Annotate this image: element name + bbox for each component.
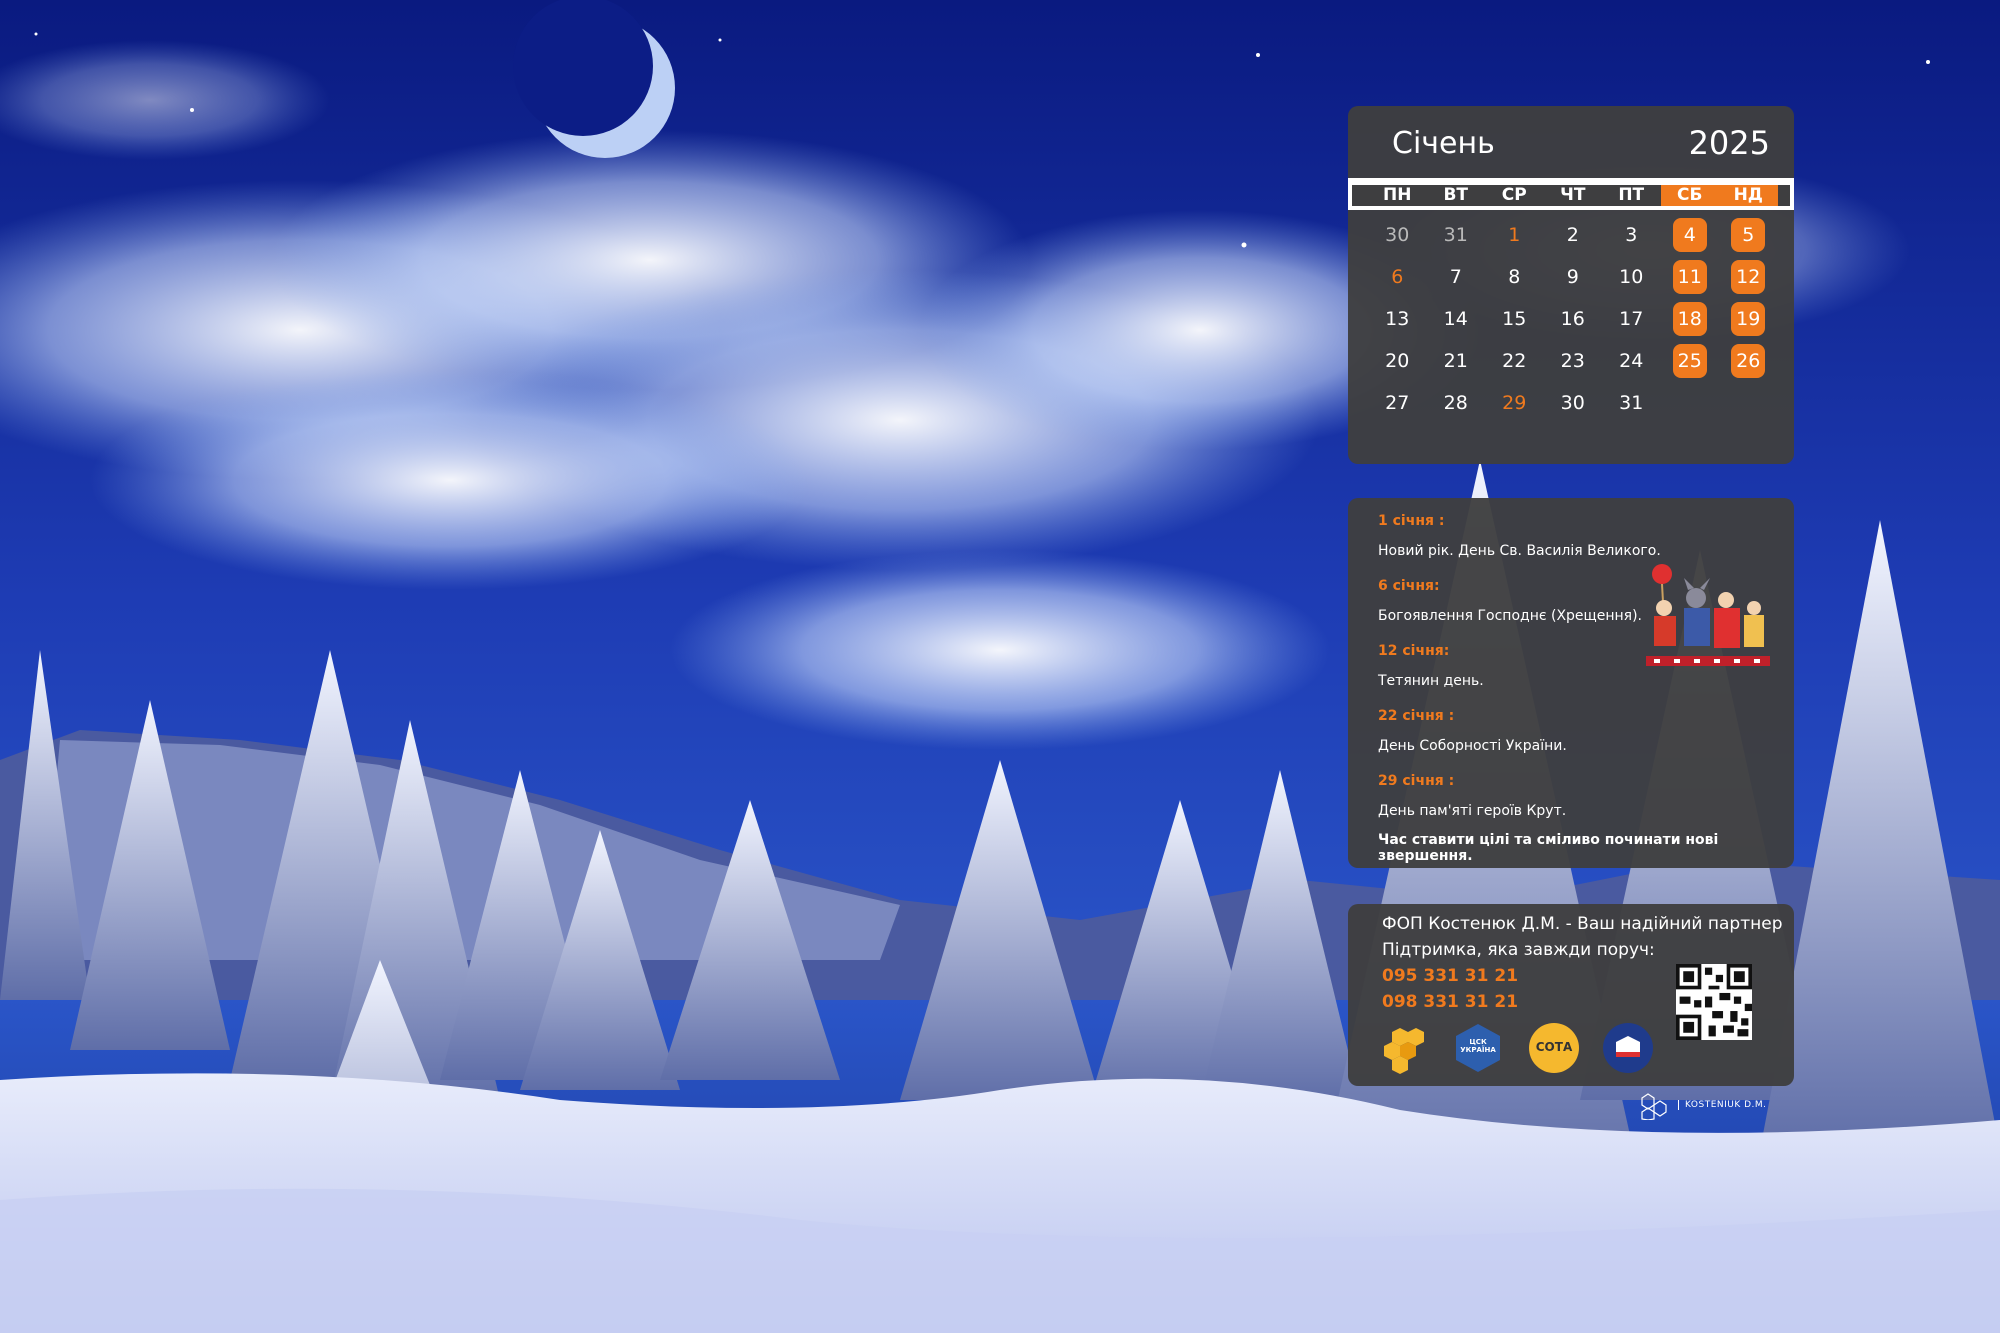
calendar-day: 30 (1385, 224, 1410, 246)
calendar-header: Січень 2025 (1392, 124, 1770, 162)
phone-number[interactable]: 098 331 31 21 (1382, 992, 1518, 1012)
medoc-logo-icon (1603, 1023, 1653, 1073)
calendar-day: 30 (1560, 392, 1585, 414)
calendar-week: 20 21 22 23 24 25 26 (1368, 340, 1778, 382)
contact-panel: ФОП Костенюк Д.М. - Ваш надійний партнер… (1348, 904, 1794, 1086)
calendar-day: 2 (1566, 224, 1579, 246)
holiday-date: 12 січня: (1378, 643, 1450, 659)
calendar-year: 2025 (1688, 124, 1770, 162)
holiday-text: День Соборності України. (1378, 738, 1567, 754)
calendar-week: 13 14 15 16 17 18 19 (1368, 298, 1778, 340)
calendar-day-holiday: 29 (1502, 392, 1527, 414)
calendar-week: 6 7 8 9 10 11 12 (1368, 256, 1778, 298)
calendar-day-weekend: 26 (1719, 344, 1778, 378)
calendar-grid: 30 31 1 2 3 4 5 6 7 8 9 10 11 12 13 14 1… (1368, 214, 1778, 424)
calendar-week: 27 28 29 30 31 (1368, 382, 1778, 424)
calendar-day: 22 (1502, 350, 1527, 372)
sota-logo-label: СОТА (1535, 1040, 1573, 1054)
calendar-day: 17 (1619, 308, 1644, 330)
brand-logo-icon (1641, 1093, 1667, 1120)
calendar-day: 13 (1385, 308, 1410, 330)
calendar-day-number: 18 (1672, 302, 1707, 336)
calendar-day: 31 (1443, 224, 1468, 246)
csk-logo-label: ЦСК УКРАЇНА (1460, 1038, 1496, 1054)
weekday-label: ЧТ (1560, 185, 1586, 205)
calendar-day: 8 (1508, 266, 1521, 288)
calendar-day-weekend: 25 (1661, 344, 1720, 378)
weekday-label-weekend: НД (1719, 185, 1778, 206)
brand-mark: KOSTENIUK D.M. (1636, 1090, 1767, 1120)
phone-number[interactable]: 095 331 31 21 (1382, 966, 1518, 986)
calendar-day-holiday: 1 (1508, 224, 1521, 246)
calendar-day: 9 (1566, 266, 1579, 288)
holiday-motto: Час ставити цілі та сміливо починати нов… (1378, 832, 1719, 864)
calendar-day-number: 12 (1731, 260, 1766, 294)
holiday-text: Богоявлення Господнє (Хрещення). (1378, 608, 1642, 624)
weekday-label: ВТ (1443, 185, 1469, 205)
calendar-day-weekend: 4 (1661, 218, 1720, 252)
calendar-day: 27 (1385, 392, 1410, 414)
support-label: Підтримка, яка завжди поруч: (1382, 940, 1655, 960)
csk-logo-icon: ЦСК УКРАЇНА (1452, 1022, 1504, 1074)
weekday-label: ПН (1383, 185, 1412, 205)
calendar-day-weekend: 5 (1719, 218, 1778, 252)
company-tagline: ФОП Костенюк Д.М. - Ваш надійний партнер (1382, 914, 1783, 934)
weekday-label: ПТ (1618, 185, 1645, 205)
calendar-day-weekend: 18 (1661, 302, 1720, 336)
honeycomb-logo-icon (1384, 1028, 1424, 1074)
holiday-list: 1 січня : Новий рік. День Св. Василія Ве… (1378, 506, 1678, 831)
calendar-day: 28 (1443, 392, 1468, 414)
calendar-day-weekend: 19 (1719, 302, 1778, 336)
holiday-text: День пам'яті героїв Крут. (1378, 803, 1567, 819)
calendar-month: Січень (1392, 125, 1495, 161)
calendar-day: 23 (1560, 350, 1585, 372)
calendar-day: 15 (1502, 308, 1527, 330)
calendar-week: 30 31 1 2 3 4 5 (1368, 214, 1778, 256)
calendar-day: 31 (1619, 392, 1644, 414)
holidays-panel: 1 січня : Новий рік. День Св. Василія Ве… (1348, 498, 1794, 868)
brand-name: KOSTENIUK D.M. (1678, 1100, 1767, 1110)
holiday-text: Новий рік. День Св. Василія Великого. (1378, 543, 1661, 559)
calendar-panel: Січень 2025 ПН ВТ СР ЧТ ПТ СБ НД 30 31 1… (1348, 106, 1794, 464)
holiday-date: 1 січня : (1378, 513, 1445, 529)
holiday-text: Тетянин день. (1378, 673, 1484, 689)
calendar-day: 24 (1619, 350, 1644, 372)
calendar-day-weekend: 12 (1719, 260, 1778, 294)
weekday-header: ПН ВТ СР ЧТ ПТ СБ НД (1348, 178, 1794, 210)
qr-code-icon[interactable] (1676, 964, 1752, 1040)
calendar-day-number: 19 (1731, 302, 1766, 336)
sota-logo-icon: СОТА (1528, 1022, 1580, 1074)
calendar-day: 10 (1619, 266, 1644, 288)
calendar-day: 7 (1449, 266, 1462, 288)
weekday-label-weekend: СБ (1660, 185, 1719, 206)
calendar-day: 21 (1443, 350, 1468, 372)
calendar-day-weekend: 11 (1661, 260, 1720, 294)
holiday-date: 22 січня : (1378, 708, 1455, 724)
calendar-day: 3 (1625, 224, 1638, 246)
calendar-day: 20 (1385, 350, 1410, 372)
calendar-day-number: 25 (1672, 344, 1707, 378)
weekday-label: СР (1501, 185, 1527, 205)
calendar-day-number: 11 (1672, 260, 1707, 294)
calendar-day: 16 (1560, 308, 1585, 330)
calendar-day-number: 4 (1672, 218, 1707, 252)
holiday-date: 29 січня : (1378, 773, 1455, 789)
calendar-day: 14 (1443, 308, 1468, 330)
calendar-day-holiday: 6 (1391, 266, 1404, 288)
calendar-day-number: 26 (1731, 344, 1766, 378)
calendar-day-number: 5 (1731, 218, 1766, 252)
carolers-illustration (1646, 564, 1770, 666)
holiday-date: 6 січня: (1378, 578, 1440, 594)
